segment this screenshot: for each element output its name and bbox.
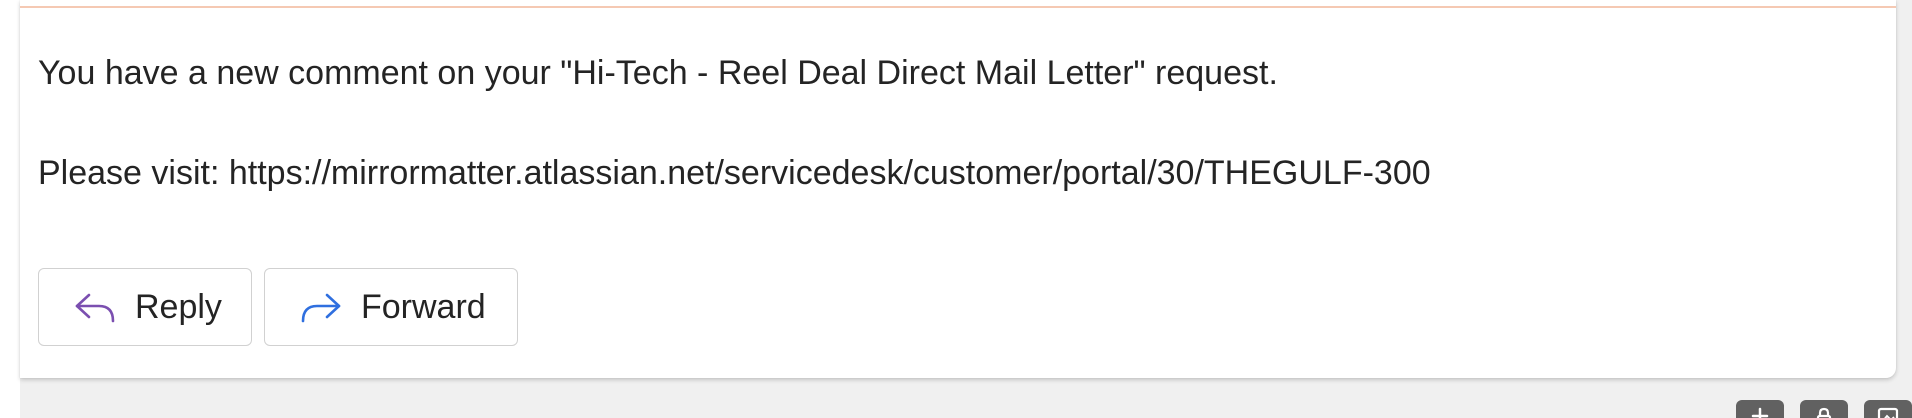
message-actions: Reply Forward: [38, 268, 518, 346]
message-body-line-1: You have a new comment on your "Hi-Tech …: [38, 54, 1278, 92]
message-card: You have a new comment on your "Hi-Tech …: [20, 0, 1896, 378]
lock-icon[interactable]: [1800, 400, 1848, 418]
add-icon[interactable]: [1736, 400, 1784, 418]
reply-button-label: Reply: [135, 287, 222, 326]
forward-arrow-icon: [299, 289, 343, 325]
message-body-line-2: Please visit: https://mirrormatter.atlas…: [38, 154, 1431, 192]
reply-button[interactable]: Reply: [38, 268, 252, 346]
image-icon[interactable]: [1864, 400, 1912, 418]
reading-pane: You have a new comment on your "Hi-Tech …: [0, 0, 1912, 418]
card-accent-divider: [20, 6, 1896, 8]
forward-button-label: Forward: [361, 287, 486, 326]
bottom-toolbar: [1736, 400, 1912, 418]
left-gutter: [0, 0, 20, 418]
reply-arrow-icon: [73, 289, 117, 325]
forward-button[interactable]: Forward: [264, 268, 518, 346]
